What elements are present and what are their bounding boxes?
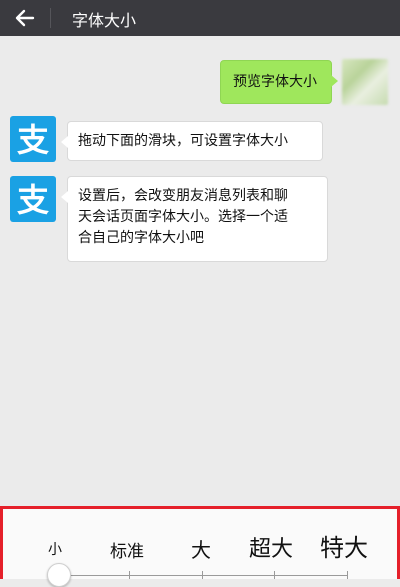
bot-avatar: 支 xyxy=(10,116,56,162)
top-bar: 字体大小 xyxy=(0,0,400,36)
size-label-huge[interactable]: 特大 xyxy=(320,528,368,563)
my-message-text: 预览字体大小 xyxy=(233,74,317,90)
chat-preview-area: 预览字体大小 支 拖动下面的滑块，可设置字体大小 支 设置后，会改变朋友消息列表… xyxy=(0,36,400,506)
alipay-logo-icon: 支 xyxy=(17,181,49,219)
arrow-left-icon xyxy=(15,9,35,27)
svg-text:支: 支 xyxy=(17,121,49,159)
back-button[interactable] xyxy=(10,4,40,32)
bot-message-bubble: 设置后，会改变朋友消息列表和聊 天会话页面字体大小。选择一个适 合自己的字体大小… xyxy=(61,176,328,262)
page-title: 字体大小 xyxy=(72,11,137,30)
svg-text:支: 支 xyxy=(17,181,49,219)
slider-tick xyxy=(202,571,203,579)
bot-avatar: 支 xyxy=(10,176,56,222)
slider-track[interactable] xyxy=(58,575,348,576)
slider-tick xyxy=(347,571,348,579)
size-label-small[interactable]: 小 xyxy=(48,539,62,559)
bot-message-bubble: 拖动下面的滑块，可设置字体大小 xyxy=(61,121,323,161)
user-avatar xyxy=(342,59,388,105)
alipay-logo-icon: 支 xyxy=(17,121,49,159)
bot-message-line: 天会话页面字体大小。选择一个适 xyxy=(78,209,288,225)
slider-knob[interactable] xyxy=(47,563,71,587)
slider-tick xyxy=(129,571,130,579)
slider-tick xyxy=(274,571,275,579)
size-label-extra-large[interactable]: 超大 xyxy=(249,531,293,563)
bot-message-line: 设置后，会改变朋友消息列表和聊 xyxy=(78,188,288,204)
bot-message-line: 合自己的字体大小吧 xyxy=(78,230,204,246)
size-label-large[interactable]: 大 xyxy=(191,534,211,563)
my-message-bubble: 预览字体大小 xyxy=(220,60,338,104)
header-divider xyxy=(50,8,51,28)
font-size-slider-panel: 小 标准 大 超大 特大 xyxy=(0,506,400,587)
bot-message-text: 拖动下面的滑块，可设置字体大小 xyxy=(78,133,288,149)
size-label-standard[interactable]: 标准 xyxy=(110,537,144,562)
